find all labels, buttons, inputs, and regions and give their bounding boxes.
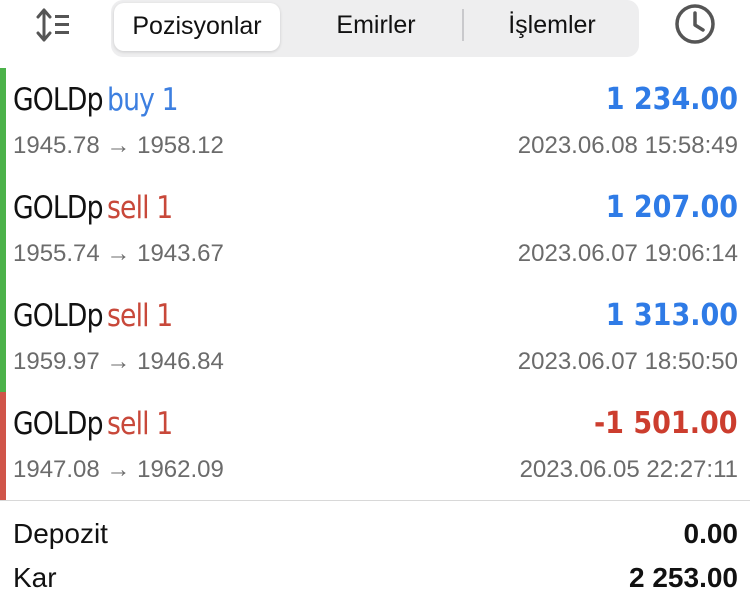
position-profit: 1 234.00 [605, 82, 738, 117]
position-symbol: GOLDp [13, 82, 104, 118]
position-prices: 1947.08 → 1962.09 [13, 456, 224, 483]
position-row[interactable]: GOLDp sell 1 1 207.00 1955.74 → 1943.67 … [0, 176, 750, 284]
position-time: 2023.06.05 22:27:11 [519, 456, 738, 483]
position-side: sell 1 [107, 190, 173, 226]
position-symbol: GOLDp [13, 190, 104, 226]
status-bar [0, 284, 6, 392]
position-prices: 1945.78 → 1958.12 [13, 132, 224, 159]
tab-orders[interactable]: Emirler [291, 0, 461, 57]
position-row[interactable]: GOLDp sell 1 -1 501.00 1947.08 → 1962.09… [0, 392, 750, 500]
profit-total-value: 2 253.00 [629, 562, 738, 593]
position-side: buy 1 [107, 82, 179, 118]
position-profit: 1 313.00 [605, 298, 738, 333]
position-row[interactable]: GOLDp buy 1 1 234.00 1945.78 → 1958.12 2… [0, 68, 750, 176]
segmented-control: Pozisyonlar Emirler İşlemler [111, 0, 639, 57]
deposit-label: Depozit [13, 518, 108, 549]
status-bar [0, 68, 6, 176]
deposit-value: 0.00 [683, 518, 739, 549]
position-symbol: GOLDp [13, 298, 104, 334]
position-time: 2023.06.07 18:50:50 [517, 348, 738, 375]
position-side: sell 1 [107, 298, 173, 334]
position-profit: -1 501.00 [594, 406, 738, 441]
position-time: 2023.06.07 19:06:14 [517, 240, 738, 267]
top-toolbar: Pozisyonlar Emirler İşlemler [0, 0, 750, 60]
status-bar [0, 176, 6, 284]
tab-deals[interactable]: İşlemler [467, 0, 637, 57]
position-row[interactable]: GOLDp sell 1 1 313.00 1959.97 → 1946.84 … [0, 284, 750, 392]
position-prices: 1955.74 → 1943.67 [13, 240, 224, 267]
sort-icon[interactable] [34, 6, 74, 44]
clock-icon[interactable] [674, 3, 716, 45]
position-profit: 1 207.00 [605, 190, 738, 225]
tab-divider [462, 9, 464, 41]
tab-positions[interactable]: Pozisyonlar [114, 3, 280, 51]
divider [0, 500, 750, 501]
position-side: sell 1 [107, 406, 173, 442]
status-bar [0, 392, 6, 500]
position-prices: 1959.97 → 1946.84 [13, 348, 224, 375]
position-time: 2023.06.08 15:58:49 [517, 132, 738, 159]
profit-label: Kar [13, 562, 57, 593]
position-symbol: GOLDp [13, 406, 104, 442]
